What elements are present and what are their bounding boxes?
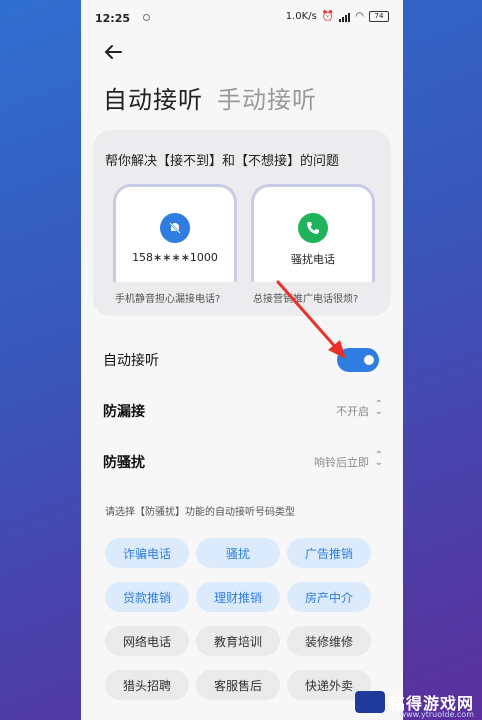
gamepad-logo-icon	[354, 691, 385, 713]
feature-card: 帮你解决【接不到】和【不想接】的问题 158∗∗∗∗1000 骚扰电话 手机静音…	[93, 130, 391, 316]
chip-real-estate[interactable]: 房产中介	[287, 582, 371, 612]
anti-harass-label: 防骚扰	[103, 455, 145, 471]
card-title: 帮你解决【接不到】和【不想接】的问题	[105, 154, 340, 169]
watermark-logo: 铭得游戏网 www.ytruolde.com	[354, 690, 474, 719]
auto-answer-toggle[interactable]	[337, 348, 379, 372]
spam-call-label: 骚扰电话	[291, 253, 335, 266]
chip-ads[interactable]: 广告推销	[287, 538, 371, 568]
auto-answer-row[interactable]: 自动接听	[103, 344, 383, 374]
wifi-icon: ◠	[355, 11, 364, 22]
watermark-url: www.ytruolde.com	[399, 710, 474, 719]
chip-loans[interactable]: 贷款推销	[105, 582, 189, 612]
phone-screen: 12:25 1.0K/s ⏰ ◠ 74 自动接听 手动接听 帮你解决【接不到】和…	[81, 0, 403, 720]
left-caption: 手机静音担心漏接电话?	[115, 294, 221, 305]
battery-icon: 74	[369, 11, 389, 22]
anti-harass-row[interactable]: 防骚扰 响铃后立即 ⌃ ⌄	[103, 446, 383, 476]
bell-muted-icon	[160, 213, 190, 243]
chip-harass[interactable]: 骚扰	[196, 538, 280, 568]
tab-manual-answer[interactable]: 手动接听	[217, 80, 317, 115]
masked-number: 158∗∗∗∗1000	[132, 251, 218, 264]
signal-icon	[339, 12, 351, 22]
chip-renovation[interactable]: 装修维修	[287, 626, 371, 656]
chip-education[interactable]: 教育培训	[196, 626, 280, 656]
tab-bar: 自动接听 手动接听	[103, 80, 317, 115]
chip-customer-service[interactable]: 客服售后	[196, 670, 280, 700]
anti-miss-label: 防漏接	[103, 404, 145, 420]
chip-finance[interactable]: 理财推销	[196, 582, 280, 612]
number-type-hint: 请选择【防骚扰】功能的自动接听号码类型	[105, 507, 295, 518]
phone-icon	[298, 213, 328, 243]
auto-answer-label: 自动接听	[103, 353, 159, 369]
anti-miss-row[interactable]: 防漏接 不开启 ⌃ ⌄	[103, 395, 383, 425]
updown-chevron-icon: ⌃ ⌄	[374, 399, 383, 417]
tab-auto-answer[interactable]: 自动接听	[103, 80, 203, 115]
chip-voip[interactable]: 网络电话	[105, 626, 189, 656]
alarm-icon: ⏰	[321, 11, 335, 22]
notification-dot-icon	[143, 14, 150, 21]
chip-headhunter[interactable]: 猎头招聘	[105, 670, 189, 700]
silent-phone-preview: 158∗∗∗∗1000	[113, 184, 237, 282]
back-arrow-icon[interactable]	[101, 40, 125, 64]
anti-harass-value: 响铃后立即	[314, 456, 369, 469]
status-right: 1.0K/s ⏰ ◠ 74	[286, 11, 389, 22]
spam-call-preview: 骚扰电话	[251, 184, 375, 282]
chip-fraud[interactable]: 诈骗电话	[105, 538, 189, 568]
status-time: 12:25	[95, 12, 131, 25]
right-caption: 总接营销推广电话很烦?	[253, 294, 359, 305]
updown-chevron-icon: ⌃ ⌄	[374, 450, 383, 468]
network-speed: 1.0K/s	[285, 11, 317, 22]
status-bar: 12:25 1.0K/s ⏰ ◠ 74	[95, 10, 389, 28]
anti-miss-value: 不开启	[336, 405, 369, 418]
